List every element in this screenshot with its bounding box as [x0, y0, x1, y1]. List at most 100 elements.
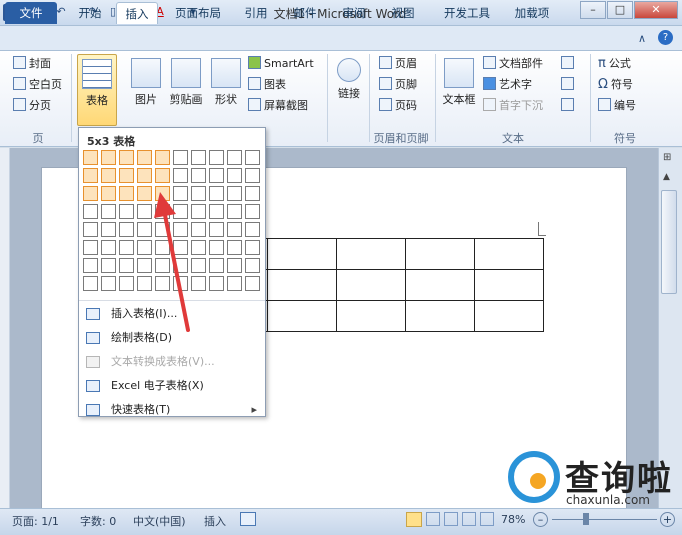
- grid-cell[interactable]: [83, 258, 98, 273]
- grid-cell[interactable]: [83, 222, 98, 237]
- object-icon[interactable]: [561, 97, 577, 115]
- grid-cell[interactable]: [245, 204, 260, 219]
- picture-button[interactable]: 图片: [128, 58, 164, 107]
- grid-cell[interactable]: [101, 276, 116, 291]
- maximize-button[interactable]: □: [607, 1, 633, 19]
- signature-line-icon[interactable]: [561, 55, 577, 73]
- table-cell[interactable]: [336, 269, 406, 301]
- grid-cell[interactable]: [209, 276, 224, 291]
- blank-page-button[interactable]: 空白页: [13, 76, 62, 94]
- screenshot-button[interactable]: 屏幕截图: [248, 97, 308, 115]
- tab-page-layout[interactable]: 页面布局: [170, 2, 226, 24]
- grid-cell[interactable]: [245, 222, 260, 237]
- grid-cell[interactable]: [209, 168, 224, 183]
- page-number-button[interactable]: 页码: [379, 97, 417, 115]
- grid-cell[interactable]: [119, 204, 134, 219]
- grid-cell[interactable]: [83, 168, 98, 183]
- close-button[interactable]: ✕: [634, 1, 678, 19]
- table-cell[interactable]: [474, 238, 544, 270]
- grid-cell[interactable]: [83, 150, 98, 165]
- help-icon[interactable]: ?: [658, 30, 673, 45]
- grid-cell[interactable]: [227, 222, 242, 237]
- zoom-in-button[interactable]: +: [660, 512, 675, 527]
- status-language[interactable]: 中文(中国): [133, 513, 186, 529]
- grid-cell[interactable]: [209, 150, 224, 165]
- web-layout-icon[interactable]: [444, 512, 458, 526]
- grid-cell[interactable]: [83, 204, 98, 219]
- table-button[interactable]: 表格: [77, 54, 117, 126]
- grid-cell[interactable]: [173, 150, 188, 165]
- full-screen-reading-icon[interactable]: [426, 512, 440, 526]
- grid-cell[interactable]: [119, 240, 134, 255]
- tab-references[interactable]: 引用: [238, 2, 274, 24]
- grid-cell[interactable]: [245, 276, 260, 291]
- outline-view-icon[interactable]: [462, 512, 476, 526]
- table-cell[interactable]: [405, 300, 475, 332]
- grid-cell[interactable]: [209, 204, 224, 219]
- scrollbar-thumb[interactable]: [661, 190, 677, 294]
- scroll-up-icon[interactable]: ▲: [663, 172, 670, 182]
- zoom-level[interactable]: 78%: [501, 513, 525, 526]
- grid-cell[interactable]: [155, 168, 170, 183]
- grid-cell[interactable]: [209, 186, 224, 201]
- smartart-button[interactable]: SmartArt: [248, 55, 314, 73]
- grid-cell[interactable]: [83, 276, 98, 291]
- grid-cell[interactable]: [209, 222, 224, 237]
- grid-cell[interactable]: [101, 222, 116, 237]
- table-cell[interactable]: [336, 300, 406, 332]
- grid-cell[interactable]: [227, 186, 242, 201]
- table-cell[interactable]: [405, 238, 475, 270]
- table-cell[interactable]: [267, 300, 337, 332]
- tab-insert[interactable]: 插入: [116, 2, 158, 24]
- table-cell[interactable]: [474, 269, 544, 301]
- grid-cell[interactable]: [227, 204, 242, 219]
- drop-cap-button[interactable]: 首字下沉: [483, 97, 543, 115]
- draft-view-icon[interactable]: [480, 512, 494, 526]
- symbol-button[interactable]: Ω 符号: [598, 76, 633, 94]
- ruler-toggle-icon[interactable]: ⊞: [663, 152, 671, 163]
- grid-cell[interactable]: [191, 150, 206, 165]
- numbering-button[interactable]: 编号: [598, 97, 636, 115]
- grid-cell[interactable]: [101, 186, 116, 201]
- wordart-button[interactable]: 艺术字: [483, 76, 532, 94]
- grid-cell[interactable]: [83, 240, 98, 255]
- status-insert-mode[interactable]: 插入: [204, 513, 226, 529]
- grid-cell[interactable]: [227, 168, 242, 183]
- grid-cell[interactable]: [101, 258, 116, 273]
- clip-art-button[interactable]: 剪贴画: [166, 58, 206, 107]
- grid-cell[interactable]: [119, 258, 134, 273]
- grid-cell[interactable]: [101, 204, 116, 219]
- print-layout-view-icon[interactable]: [406, 512, 422, 527]
- grid-cell[interactable]: [209, 258, 224, 273]
- shapes-button[interactable]: 形状: [208, 58, 244, 107]
- link-button[interactable]: 链接: [333, 58, 365, 101]
- tab-add-ins[interactable]: 加载项: [508, 2, 556, 24]
- grid-cell[interactable]: [227, 150, 242, 165]
- status-word-count[interactable]: 字数: 0: [80, 513, 116, 529]
- grid-cell[interactable]: [119, 168, 134, 183]
- grid-cell[interactable]: [155, 150, 170, 165]
- grid-cell[interactable]: [245, 168, 260, 183]
- menu-item[interactable]: Excel 电子表格(X): [79, 374, 265, 398]
- grid-cell[interactable]: [101, 168, 116, 183]
- grid-cell[interactable]: [101, 240, 116, 255]
- grid-cell[interactable]: [101, 150, 116, 165]
- grid-cell[interactable]: [227, 258, 242, 273]
- grid-cell[interactable]: [137, 150, 152, 165]
- table-cell[interactable]: [267, 238, 337, 270]
- minimize-button[interactable]: –: [580, 1, 606, 19]
- grid-cell[interactable]: [137, 168, 152, 183]
- grid-cell[interactable]: [245, 150, 260, 165]
- page-break-button[interactable]: 分页: [13, 97, 51, 115]
- cover-page-button[interactable]: 封面: [13, 55, 51, 73]
- macro-record-icon[interactable]: [240, 512, 256, 526]
- grid-cell[interactable]: [245, 258, 260, 273]
- grid-cell[interactable]: [227, 276, 242, 291]
- text-box-button[interactable]: 文本框: [439, 58, 479, 107]
- grid-cell[interactable]: [119, 222, 134, 237]
- quick-parts-button[interactable]: 文档部件: [483, 55, 543, 73]
- menu-item[interactable]: 文本转换成表格(V)...: [79, 350, 265, 374]
- grid-cell[interactable]: [227, 240, 242, 255]
- status-page[interactable]: 页面: 1/1: [12, 513, 59, 529]
- table-cell[interactable]: [267, 269, 337, 301]
